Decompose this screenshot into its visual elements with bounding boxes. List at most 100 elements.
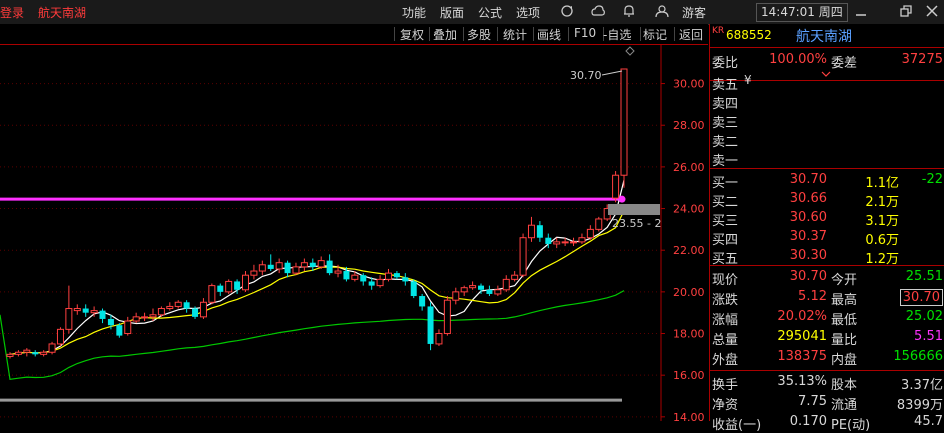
candle-body — [300, 262, 308, 268]
buy-price: 30.60 — [789, 210, 827, 225]
login-link[interactable]: 登录 — [0, 4, 24, 21]
candle — [132, 312, 140, 324]
buy-row[interactable]: 买二 30.66 2.1万 — [710, 189, 944, 210]
toolbar-overlay-button[interactable]: 叠加 — [433, 26, 457, 43]
refresh-icon[interactable] — [560, 4, 574, 18]
menu-options[interactable]: 选项 — [516, 4, 540, 21]
candle — [443, 296, 451, 336]
kline-chart[interactable]: 30.00 28.00 26.00 24.00 22.00 20.00 18.00 16.00… — [0, 44, 708, 421]
stock-title: 航天南湖 — [38, 6, 87, 20]
buy-row[interactable]: 买五 30.30 1.2万 — [710, 246, 944, 267]
weicha-label: 委差 — [831, 56, 858, 71]
candle — [32, 350, 39, 357]
candle-body — [494, 289, 502, 295]
candle — [502, 275, 510, 292]
clock: 14:47:01 周四 — [756, 3, 848, 22]
candle — [527, 216, 535, 242]
toolbar-divider — [568, 27, 569, 41]
toolbar-stats-button[interactable]: 统计 — [503, 26, 527, 43]
user-icon[interactable] — [655, 4, 669, 18]
stat-value: 156666 — [893, 349, 943, 364]
menu-layout[interactable]: 版面 — [440, 4, 464, 21]
candle-body — [56, 328, 64, 345]
stat-value: 25.51 — [905, 269, 943, 284]
guest-label[interactable]: 游客 — [682, 4, 706, 21]
y-tick-label: 14.00 — [673, 411, 705, 421]
toolbar-watchlist-button[interactable]: -自选 — [603, 26, 631, 43]
menu-function[interactable]: 功能 — [402, 4, 426, 21]
toolbar-divider — [674, 27, 675, 41]
candle — [6, 352, 14, 359]
candle-body — [65, 308, 73, 330]
candle — [460, 285, 468, 297]
stock-code: 688552 — [726, 28, 772, 42]
candle-body — [360, 275, 367, 282]
stat-label: 总量 — [712, 333, 739, 348]
toolbar-f10-button[interactable]: F10 — [574, 26, 596, 40]
y-tick-label: 26.00 — [673, 161, 705, 174]
candle — [620, 68, 628, 188]
buy-row[interactable]: 买一 30.70 1.1亿 -22 — [710, 170, 944, 191]
stat-value: 0.170 — [789, 414, 827, 429]
stat-label: 内盘 — [831, 353, 858, 368]
toolbar-draw-button[interactable]: 画线 — [537, 26, 561, 43]
toolbar-mark-button[interactable]: 标记 — [643, 26, 667, 43]
candle-body — [14, 351, 22, 355]
candle-body — [578, 237, 586, 243]
buy-row[interactable]: 买四 30.37 0.6万 — [710, 227, 944, 248]
cloud-icon[interactable] — [591, 4, 605, 18]
sell-row[interactable]: 卖三 — [710, 110, 944, 131]
candle — [199, 298, 207, 319]
toolbar-divider — [394, 27, 395, 41]
toolbar-multistock-button[interactable]: 多股 — [467, 26, 491, 43]
restore-icon[interactable] — [900, 5, 912, 17]
candle-body — [23, 349, 31, 353]
chart-grid — [0, 44, 665, 421]
bell-icon[interactable] — [622, 4, 636, 18]
weicha-value: 37275 — [901, 52, 943, 67]
weibi-row: 委比 100.00% 委差 37275 — [710, 50, 944, 71]
candle-body — [419, 296, 426, 307]
sell-row[interactable]: 卖二 — [710, 129, 944, 150]
stat-row: 净资 7.75 流通 8399万 — [710, 392, 944, 413]
stat-value: 30.70 — [899, 289, 943, 306]
candle-body — [410, 281, 417, 297]
candle-body — [368, 281, 375, 286]
toolbar-fuquan-button[interactable]: 复权 — [400, 26, 424, 43]
menu-formula[interactable]: 公式 — [478, 4, 502, 21]
candle-body — [258, 264, 266, 272]
sell-row[interactable]: 卖四 — [710, 91, 944, 112]
buy-row[interactable]: 买三 30.60 3.1万 — [710, 208, 944, 229]
kr-badge: KR — [712, 26, 725, 36]
candle-body — [275, 262, 283, 270]
candle-body — [478, 285, 485, 290]
candle — [284, 260, 291, 278]
weibi-label: 委比 — [712, 56, 739, 71]
y-tick-label: 18.00 — [673, 328, 705, 341]
candle-body — [174, 301, 182, 307]
candle — [595, 216, 603, 232]
candle — [242, 271, 250, 292]
stat-row: 现价 30.70 今开 25.51 — [710, 267, 944, 288]
candle-body — [284, 262, 291, 274]
candle — [40, 350, 48, 357]
candle-body — [326, 260, 333, 274]
divider — [710, 265, 944, 266]
toolbar-back-button[interactable]: 返回 — [679, 26, 703, 43]
candle-body — [460, 287, 468, 293]
buy-change: -22 — [921, 172, 943, 187]
close-icon[interactable] — [926, 5, 938, 17]
y-tick-label: 28.00 — [673, 119, 705, 132]
candle-body — [384, 272, 392, 280]
candle — [267, 254, 274, 272]
minimize-icon[interactable] — [855, 5, 867, 17]
candle — [419, 293, 426, 311]
candle — [292, 262, 300, 276]
candle — [14, 350, 22, 357]
stat-value: 3.37亿 — [901, 378, 943, 393]
stat-value: 45.7 — [914, 414, 943, 429]
candle-body — [309, 262, 316, 267]
sell-row[interactable]: 卖一 — [710, 148, 944, 169]
stock-name: 航天南湖 — [796, 29, 852, 45]
candle-body — [334, 270, 342, 274]
